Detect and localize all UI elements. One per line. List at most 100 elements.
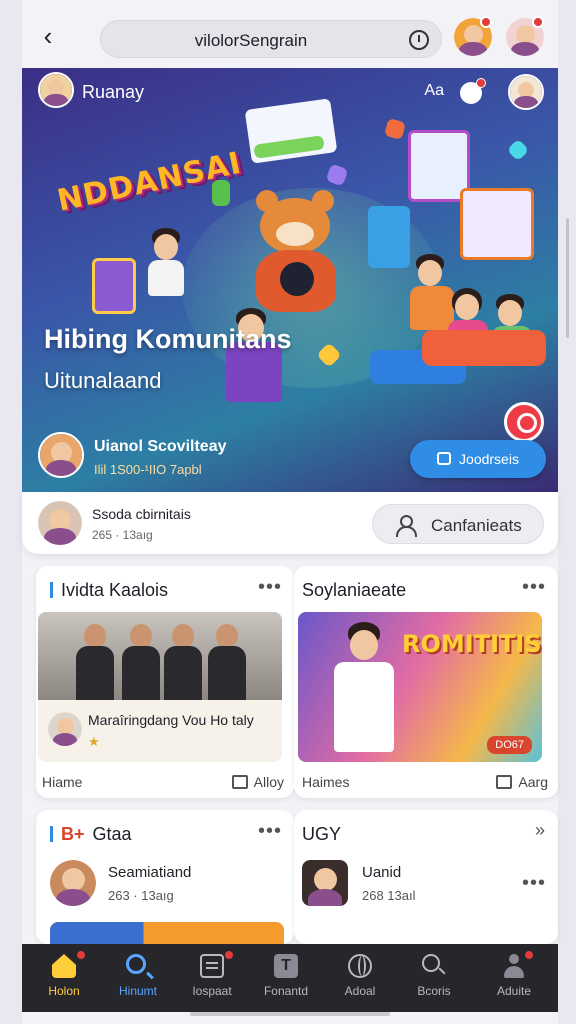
host-avatar[interactable] <box>38 432 84 478</box>
notification-badge <box>524 950 534 960</box>
photo-person <box>162 620 204 702</box>
user-icon <box>502 954 526 978</box>
back-arrow-icon[interactable]: ‹ <box>34 22 62 50</box>
community-button[interactable]: Canfanieats <box>372 504 544 544</box>
lock-icon <box>437 452 452 465</box>
avatar[interactable] <box>508 74 544 110</box>
url-bar[interactable]: vilolorSengrain <box>100 20 442 58</box>
character-head <box>154 234 178 260</box>
character <box>144 228 188 318</box>
avatar[interactable] <box>38 72 74 108</box>
star-icon: ★ <box>88 734 100 749</box>
nav-item-browse[interactable]: Bcoris <box>396 944 472 1012</box>
feed-card[interactable]: Ividta Kaalois ••• Maraîringdang Vou Ho … <box>36 566 294 798</box>
more-options-icon[interactable]: ••• <box>258 576 282 599</box>
collapse-icon[interactable]: » <box>535 820 546 841</box>
share-label: Aarg <box>518 774 548 790</box>
poster-image: ROMITITIS DO67 <box>298 612 542 762</box>
community-avatar[interactable] <box>38 501 82 545</box>
card-thumbnail[interactable]: ROMITITIS DO67 <box>298 612 542 762</box>
accent-bar <box>50 582 53 598</box>
scrollbar[interactable] <box>566 218 569 338</box>
person-icon <box>395 515 417 537</box>
url-text: vilolorSengrain <box>194 31 308 50</box>
card-title: UGY <box>302 824 342 844</box>
community-row: Ssoda cbirnitais 265 · 13aıg Canfanieats <box>22 492 558 554</box>
card-footer-left[interactable]: Hiame <box>42 774 82 790</box>
preview-strip[interactable] <box>50 922 284 944</box>
sofa <box>422 330 546 366</box>
notification-badge <box>76 950 86 960</box>
card-thumbnail[interactable]: Maraîringdang Vou Ho taly ★ <box>38 612 282 762</box>
character-head <box>498 300 522 326</box>
hero-username: Ruanay <box>82 82 145 102</box>
user-avatar[interactable] <box>50 860 96 906</box>
floating-cube <box>325 163 349 187</box>
more-options-icon[interactable]: ••• <box>522 872 546 895</box>
avatar-image <box>40 434 82 476</box>
globe-icon <box>348 954 372 978</box>
poster-character <box>328 622 398 762</box>
nav-label: Fonantd <box>263 984 309 998</box>
nav-label: Bcoris <box>417 984 451 998</box>
feed-card[interactable]: UGY » Uanid 268 13aıl ••• <box>294 810 558 944</box>
character-body <box>334 662 394 752</box>
nav-item-text[interactable]: T Fonantd <box>248 944 324 1012</box>
share-button[interactable]: Aarg <box>496 774 548 790</box>
bottom-nav: Holon Hinumt Iospaat T Fonantd Adoal Bco… <box>22 944 558 1012</box>
photo-person <box>120 620 162 702</box>
avatar-image <box>510 76 542 108</box>
clock-icon[interactable] <box>409 30 429 50</box>
nav-label: Holon <box>48 984 80 998</box>
nav-label: Adoal <box>344 984 376 998</box>
accent-bar <box>50 826 53 842</box>
notification-badge <box>476 78 486 88</box>
text-icon: T <box>274 954 298 978</box>
group-photo <box>38 612 282 702</box>
home-indicator[interactable] <box>190 1012 390 1016</box>
translate-icon[interactable]: Aa <box>424 82 444 100</box>
thumbnail-overlay: Maraîringdang Vou Ho taly ★ <box>38 700 282 762</box>
poster-tag: DO67 <box>487 736 532 754</box>
notification-icon[interactable] <box>460 78 486 104</box>
notification-badge <box>480 16 492 28</box>
share-label: Alloy <box>253 774 284 790</box>
floating-tablet <box>368 206 410 268</box>
more-options-icon[interactable]: ••• <box>258 820 282 843</box>
nav-label: Hinumt <box>118 984 157 998</box>
character <box>222 308 302 408</box>
nav-item-home[interactable]: Holon <box>26 944 102 1012</box>
nav-label: Iospaat <box>192 984 232 998</box>
nav-item-search[interactable]: Hinumt <box>100 944 176 1012</box>
feed-card[interactable]: Soylaniaeate ••• ROMITITIS DO67 Haimes A… <box>294 566 558 798</box>
nav-item-profile[interactable]: Aduite <box>476 944 552 1012</box>
nav-item-globe[interactable]: Adoal <box>322 944 398 1012</box>
card-title: B+ Gtaa <box>50 824 132 845</box>
floating-frame <box>460 188 534 260</box>
card-title: Soylaniaeate <box>302 580 407 600</box>
join-button[interactable]: Joodrseis <box>410 440 546 478</box>
floating-panel <box>92 258 136 314</box>
live-icon[interactable] <box>504 402 544 442</box>
hero-banner[interactable]: NDDANSAI Ruanay Aa Hibing Komunitans Uit… <box>22 68 558 492</box>
user-name: Seamiatiand <box>108 864 192 881</box>
share-button[interactable]: Alloy <box>231 774 284 790</box>
notification-badge <box>224 950 234 960</box>
more-options-icon[interactable]: ••• <box>522 576 546 599</box>
home-icon <box>52 954 76 978</box>
share-icon <box>496 775 513 789</box>
nav-item-documents[interactable]: Iospaat <box>174 944 250 1012</box>
character-head <box>350 630 378 660</box>
top-bar: ‹ vilolorSengrain <box>22 0 558 72</box>
bear-muzzle <box>276 222 314 246</box>
floating-cube <box>212 180 230 206</box>
avatar-image <box>50 860 96 906</box>
character-head <box>455 294 479 320</box>
group-thumbnail[interactable] <box>302 860 348 906</box>
card-footer-left[interactable]: Haimes <box>302 774 349 790</box>
host-name: Uianol Scovilteay <box>94 438 227 455</box>
floating-cube <box>506 138 530 162</box>
overlay-avatar <box>48 712 82 746</box>
feed-card[interactable]: B+ Gtaa ••• Seamiatiand 263 · 13aıg <box>36 810 294 944</box>
photo-person <box>74 620 116 702</box>
